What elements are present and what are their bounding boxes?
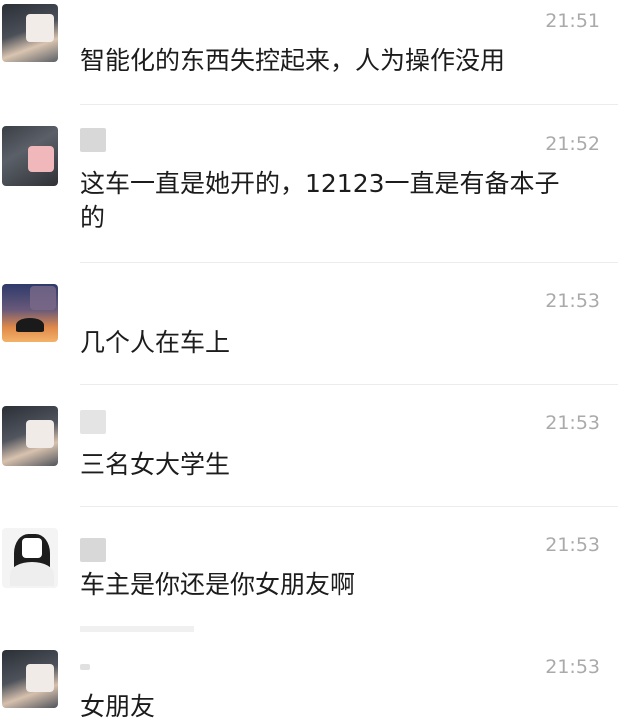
sender-name-redacted <box>80 410 106 434</box>
avatar[interactable] <box>2 406 58 466</box>
avatar[interactable] <box>2 528 58 588</box>
message-text: 三名女大学生 <box>80 450 231 479</box>
message-divider <box>80 626 194 632</box>
sender-name-redacted <box>80 538 106 562</box>
message-text: 车主是你还是你女朋友啊 <box>80 570 356 599</box>
avatar[interactable] <box>2 4 58 62</box>
avatar[interactable] <box>2 284 58 342</box>
message-timestamp: 21:53 <box>545 412 600 434</box>
message-divider <box>80 384 618 385</box>
avatar[interactable] <box>2 650 58 708</box>
message-divider <box>80 262 618 263</box>
message-text: 智能化的东西失控起来，人为操作没用 <box>80 46 506 75</box>
avatar[interactable] <box>2 126 58 186</box>
message-divider <box>80 104 618 105</box>
message-text: 女朋友 <box>80 692 156 721</box>
message-divider <box>80 506 618 507</box>
sender-name-redacted <box>80 664 90 670</box>
message-timestamp: 21:52 <box>545 133 600 155</box>
message-text: 这车一直是她开的，12123一直是有备本子的 <box>80 169 560 232</box>
sender-name-redacted <box>80 128 106 152</box>
message-timestamp: 21:53 <box>545 290 600 312</box>
message-timestamp: 21:53 <box>545 656 600 678</box>
message-timestamp: 21:51 <box>545 10 600 32</box>
chat-message-list: 21:51 智能化的东西失控起来，人为操作没用 21:52 这车一直是她开的，1… <box>0 0 640 721</box>
message-text: 几个人在车上 <box>80 328 231 357</box>
message-timestamp: 21:53 <box>545 534 600 556</box>
